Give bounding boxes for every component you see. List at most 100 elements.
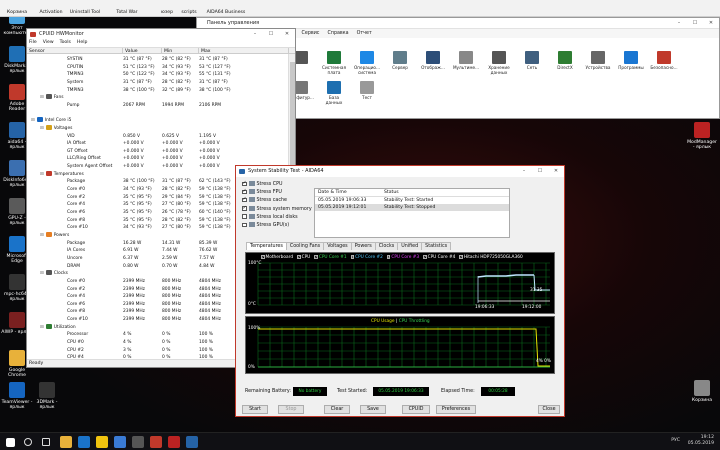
- sensor-row[interactable]: IA Offset +0.000 V +0.000 V +0.000 V: [27, 140, 289, 148]
- clear-button[interactable]: Clear: [324, 405, 350, 414]
- tree-expand-icon[interactable]: ⊟: [40, 271, 44, 276]
- close-icon[interactable]: ✕: [279, 29, 295, 39]
- maximize-icon[interactable]: ☐: [263, 29, 279, 39]
- stress-option[interactable]: Stress FPU: [242, 188, 282, 196]
- cpuid-button[interactable]: CPUID: [402, 405, 430, 414]
- desktop-shortcut[interactable]: TeamViewer - ярлык: [1, 382, 33, 410]
- category-item[interactable]: База данных: [320, 81, 348, 106]
- category-item[interactable]: Системная плата: [320, 51, 348, 76]
- tab-statistics[interactable]: Statistics: [421, 242, 452, 250]
- edge-taskbar-icon[interactable]: [78, 436, 90, 448]
- menu-item[interactable]: Справка: [327, 31, 348, 36]
- tab-temperatures[interactable]: Temperatures: [246, 242, 287, 250]
- column-value[interactable]: Value: [123, 48, 162, 54]
- category-item[interactable]: Сервер: [386, 51, 414, 71]
- menu-item[interactable]: Отчет: [357, 31, 372, 36]
- menu-item[interactable]: File: [29, 40, 37, 45]
- calculator-taskbar-icon[interactable]: [132, 436, 144, 448]
- stop-button[interactable]: Stop: [278, 405, 304, 414]
- stress-option[interactable]: Stress system memory: [242, 205, 312, 213]
- desktop-shortcut[interactable]: ModManager - ярлык: [686, 122, 718, 150]
- sensor-group[interactable]: ⊟ Voltages: [27, 124, 289, 133]
- checkbox[interactable]: [242, 188, 247, 195]
- checkbox[interactable]: [242, 180, 247, 186]
- column-min[interactable]: Min: [162, 48, 199, 54]
- tab-unified[interactable]: Unified: [397, 242, 423, 250]
- tree-expand-icon[interactable]: ⊟: [40, 233, 44, 238]
- sensor-row[interactable]: TMPIN3 38 °C (100 °F) 32 °C (89 °F) 38 °C (…: [27, 87, 289, 95]
- sensor-row[interactable]: CPUTIN 51 °C (123 °F) 34 °C (93 °F) 53 °C (…: [27, 64, 289, 72]
- tree-expand-icon[interactable]: ⊟: [40, 325, 44, 330]
- tab-powers[interactable]: Powers: [350, 242, 376, 250]
- task-view-taskbar-icon[interactable]: [42, 438, 50, 446]
- close-icon[interactable]: ✕: [548, 166, 564, 176]
- tree-expand-icon[interactable]: ⊟: [40, 95, 44, 100]
- stress-option[interactable]: Stress CPU: [242, 180, 283, 188]
- log-row[interactable]: 05.05.2019 19:06:33 Stability Test: Start…: [315, 197, 509, 204]
- category-item[interactable]: Сеть: [518, 51, 546, 71]
- category-item[interactable]: Хранение данных: [485, 51, 513, 76]
- tab-clocks[interactable]: Clocks: [374, 242, 399, 250]
- chrome-taskbar-icon[interactable]: [60, 436, 72, 448]
- minimize-icon[interactable]: –: [516, 166, 532, 176]
- tree-expand-icon[interactable]: ⊟: [40, 126, 44, 131]
- maximize-icon[interactable]: ☐: [532, 166, 548, 176]
- category-item[interactable]: Операцио... система: [353, 51, 381, 76]
- search-taskbar-icon[interactable]: [24, 438, 32, 446]
- start-taskbar-icon[interactable]: [6, 437, 15, 447]
- hwmonitor-taskbar-icon[interactable]: [168, 436, 180, 448]
- tree-expand-icon[interactable]: ⊟: [31, 118, 35, 123]
- category-item[interactable]: Безопасно...: [650, 51, 678, 71]
- category-item[interactable]: Программы: [617, 51, 645, 71]
- category-item[interactable]: Мультиме...: [452, 51, 480, 71]
- language-indicator[interactable]: РУС: [671, 438, 680, 444]
- start-button[interactable]: Start: [242, 405, 268, 414]
- sensor-row[interactable]: GT Offset +0.000 V +0.000 V +0.000 V: [27, 148, 289, 156]
- save-button[interactable]: Save: [360, 405, 386, 414]
- category-item[interactable]: Отображ...: [419, 51, 447, 71]
- menu-item[interactable]: Сервис: [302, 31, 320, 36]
- sensor-row[interactable]: VID 0.850 V 0.625 V 1.195 V: [27, 133, 289, 141]
- window-strip-item[interactable]: Корзина: [0, 10, 34, 15]
- explorer-taskbar-icon[interactable]: [96, 436, 108, 448]
- sensor-row[interactable]: System 31 °C (87 °F) 28 °C (82 °F) 31 °C (8…: [27, 79, 289, 87]
- checkbox[interactable]: [242, 205, 247, 211]
- checkbox[interactable]: [242, 197, 247, 203]
- tab-cooling-fans[interactable]: Cooling Fans: [285, 242, 325, 250]
- desktop-shortcut[interactable]: 3DMark - ярлык: [31, 382, 63, 410]
- window-strip-item[interactable]: Activation: [34, 10, 68, 15]
- column-sensor[interactable]: Sensor: [27, 48, 123, 54]
- preferences-button[interactable]: Preferences: [436, 405, 476, 414]
- sensor-group[interactable]: ⊟ Fans: [27, 94, 289, 102]
- window-strip-item[interactable]: AIDA64 Business: [196, 10, 256, 15]
- sensor-row[interactable]: Pump 2067 RPM 1994 RPM 2106 RPM: [27, 102, 289, 110]
- tab-voltages[interactable]: Voltages: [323, 242, 352, 250]
- tree-expand-icon[interactable]: ⊟: [40, 172, 44, 177]
- menu-item[interactable]: Help: [77, 40, 87, 45]
- stress-option[interactable]: Stress cache: [242, 197, 287, 204]
- checkbox[interactable]: [242, 222, 247, 227]
- desktop-shortcut[interactable]: Корзина: [686, 380, 718, 403]
- column-max[interactable]: Max: [199, 48, 289, 54]
- category-item[interactable]: Устройства: [584, 51, 612, 71]
- sensor-row[interactable]: TMPIN3 50 °C (122 °F) 34 °C (93 °F) 55 °C (…: [27, 71, 289, 79]
- log-row[interactable]: 05.05.2019 19:12:01 Stability Test: Stopp…: [315, 204, 509, 211]
- sensor-group[interactable]: ⊟ Intel Core i5: [27, 117, 289, 125]
- category-item[interactable]: DirectX: [551, 51, 579, 71]
- minimize-icon[interactable]: –: [247, 29, 263, 39]
- clock-date[interactable]: 05.05.2019: [688, 441, 714, 447]
- app-red-taskbar-icon[interactable]: [150, 436, 162, 448]
- maximize-icon[interactable]: ☐: [687, 18, 703, 28]
- checkbox[interactable]: [242, 214, 247, 219]
- minimize-icon[interactable]: –: [671, 18, 687, 28]
- stress-option[interactable]: Stress GPU(s): [242, 222, 289, 229]
- sensor-row[interactable]: LLC/Ring Offset +0.000 V +0.000 V +0.000 V: [27, 155, 289, 163]
- store-taskbar-icon[interactable]: [114, 436, 126, 448]
- sensor-row[interactable]: SYSTIN 31 °C (87 °F) 28 °C (82 °F) 31 °C (8…: [27, 56, 289, 64]
- menu-item[interactable]: Tools: [60, 40, 71, 45]
- menu-item[interactable]: View: [43, 40, 54, 45]
- window-strip-item[interactable]: Uninstall Tool: [68, 10, 102, 15]
- window-strip-item[interactable]: Total War: [110, 10, 144, 15]
- aida64-taskbar-icon[interactable]: [186, 436, 198, 448]
- stress-option[interactable]: Stress local disks: [242, 213, 298, 221]
